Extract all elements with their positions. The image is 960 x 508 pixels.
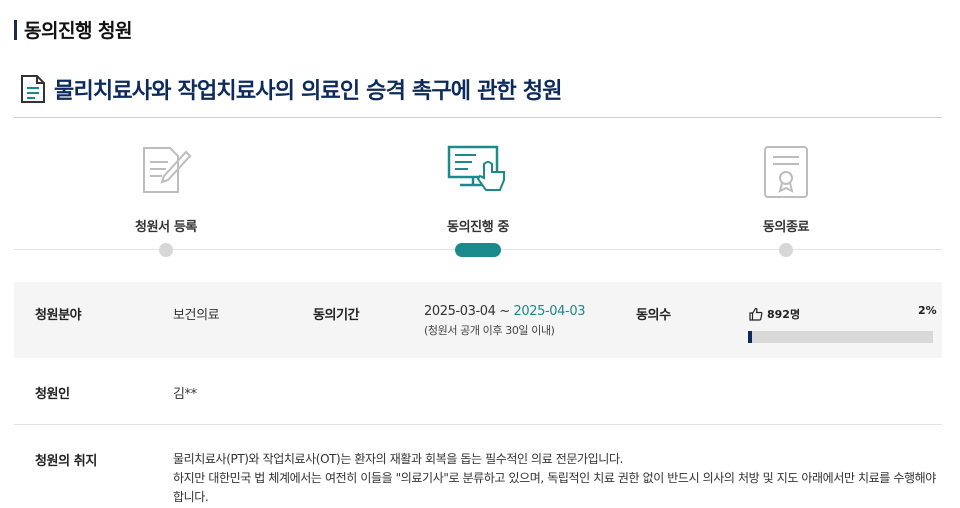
thumbs-up-icon (749, 307, 763, 321)
purpose-label: 청원의 취지 (35, 454, 97, 469)
step-label: 동의종료 (762, 220, 810, 235)
agree-count-value: 892명 (767, 308, 801, 321)
period-start: 2025-03-04 ~ (424, 304, 514, 319)
petition-info-box (14, 282, 942, 358)
step-label: 청원서 등록 (135, 220, 197, 235)
section-header: 동의진행 청원 (14, 16, 133, 43)
title-divider (14, 117, 942, 118)
field-label: 청원분야 (35, 308, 82, 323)
agree-percent: 2% (918, 304, 937, 317)
field-value: 보건의료 (173, 308, 220, 323)
agree-progress-fill (748, 331, 752, 343)
step-registered: 청원서 등록 (96, 144, 236, 257)
step-in-progress: 동의진행 중 (408, 144, 548, 257)
petition-header: 물리치료사와 작업치료사의 의료인 승격 촉구에 관한 청원 (20, 73, 563, 105)
period-end: 2025-04-03 (513, 304, 586, 319)
agree-count: 892명 (749, 306, 800, 322)
step-indicator-dot (779, 243, 793, 257)
step-ended: 동의종료 (716, 144, 856, 257)
section-title: 동의진행 청원 (24, 20, 133, 42)
step-indicator-active (455, 243, 501, 257)
agree-progress-bar (748, 331, 933, 343)
purpose-line: 물리치료사(PT)와 작업치료사(OT)는 환자의 재활과 회복을 돕는 필수적… (173, 452, 624, 466)
petitioner-label: 청원인 (35, 387, 70, 402)
purpose-line: 하지만 대한민국 법 체계에서는 여전히 이들을 "의료기사"로 분류하고 있으… (173, 471, 936, 504)
monitor-hand-icon (447, 145, 505, 191)
purpose-text: 물리치료사(PT)와 작업치료사(OT)는 환자의 재활과 회복을 돕는 필수적… (173, 450, 938, 507)
step-label: 동의진행 중 (447, 220, 509, 235)
pen-paper-icon (143, 147, 192, 193)
agree-label: 동의수 (636, 308, 671, 323)
document-icon (21, 75, 45, 103)
row-divider (14, 424, 942, 425)
period-note: (청원서 공개 이후 30일 이내) (424, 324, 555, 337)
section-title-bar (14, 19, 17, 40)
period-label: 동의기간 (313, 308, 360, 323)
step-indicator-dot (159, 243, 173, 257)
period-range: 2025-03-04 ~ 2025-04-03 (424, 304, 585, 319)
petitioner-value: 김** (173, 387, 197, 402)
certificate-icon (764, 146, 808, 198)
petition-title: 물리치료사와 작업치료사의 의료인 승격 촉구에 관한 청원 (54, 79, 563, 104)
